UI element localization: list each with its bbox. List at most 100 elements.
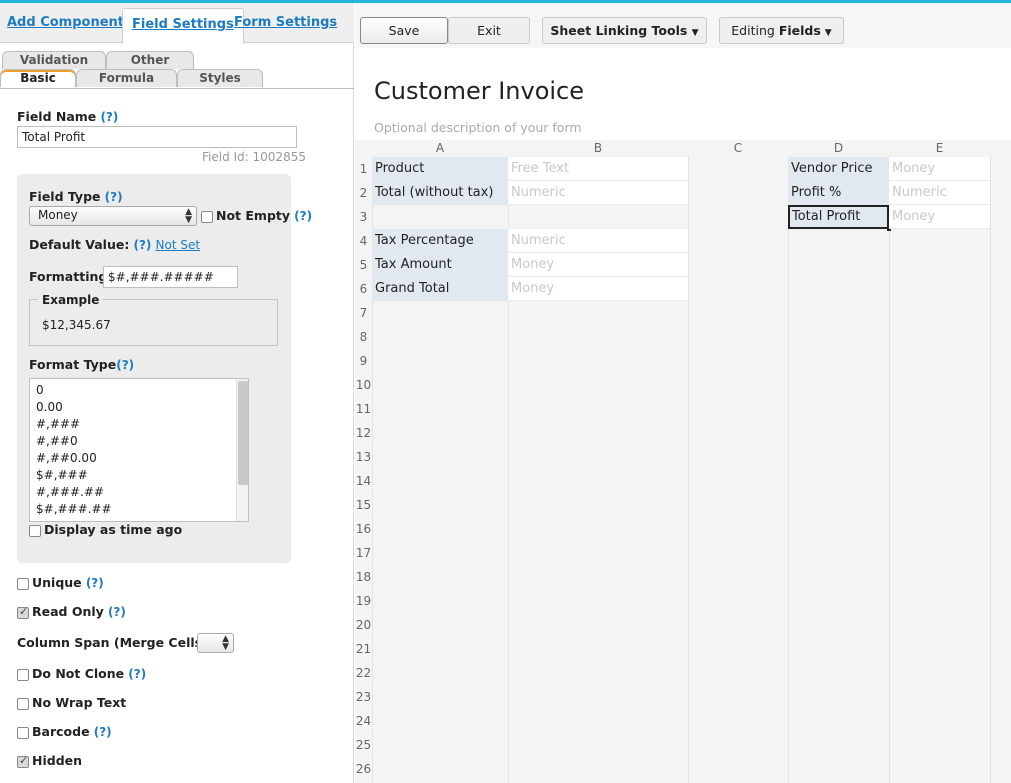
cell-b1-field[interactable]: Free Text — [508, 157, 688, 181]
sheet-linking-tools-button[interactable]: Sheet Linking Tools ▼ — [542, 17, 707, 44]
select-arrows-icon: ▲ ▼ — [222, 634, 229, 652]
format-option[interactable]: $#,###.## — [30, 501, 248, 518]
cell-e3-field[interactable]: Money — [889, 205, 990, 229]
row-number: 22 — [355, 666, 372, 680]
editing-fields-button[interactable]: Editing Fields ▼ — [719, 17, 844, 44]
column-header-d[interactable]: D — [788, 140, 889, 156]
subtab-basic[interactable]: Basic — [0, 69, 76, 87]
field-type-label-row: Field Type (?) — [29, 189, 123, 205]
format-option[interactable]: $#,### — [30, 467, 248, 484]
cell-b2-field[interactable]: Numeric — [508, 181, 688, 205]
do-not-clone-label: Do Not Clone — [32, 666, 125, 681]
cell-b5-field[interactable]: Money — [508, 253, 688, 277]
cell-b6-field[interactable]: Money — [508, 277, 688, 301]
tab-form-settings[interactable]: Form Settings — [234, 15, 337, 30]
barcode-checkbox[interactable] — [17, 727, 29, 739]
exit-button[interactable]: Exit — [448, 17, 530, 44]
left-panel-tabs: Add Components Field Settings Form Setti… — [0, 3, 354, 44]
unique-checkbox[interactable] — [17, 578, 29, 590]
subtab-styles[interactable]: Styles — [177, 69, 263, 87]
tab-add-components[interactable]: Add Components — [7, 15, 132, 30]
row-number: 5 — [359, 258, 368, 272]
cell-a6-label[interactable]: Grand Total — [372, 277, 508, 301]
read-only-checkbox[interactable] — [17, 605, 29, 619]
do-not-clone-checkbox[interactable] — [17, 669, 29, 681]
format-type-label-row: Format Type(?) — [29, 357, 134, 373]
hidden-label: Hidden — [32, 753, 83, 768]
cell-a5-label[interactable]: Tax Amount — [372, 253, 508, 277]
row-number: 25 — [355, 738, 372, 752]
column-header-e[interactable]: E — [889, 140, 990, 156]
not-empty-help[interactable]: (?) — [294, 209, 312, 223]
format-option[interactable]: 0.00 — [30, 399, 248, 416]
caret-down-icon: ▼ — [824, 28, 832, 38]
save-button[interactable]: Save — [360, 17, 448, 44]
cell-a4-label[interactable]: Tax Percentage — [372, 229, 508, 253]
row-number: 21 — [355, 642, 372, 656]
format-option[interactable]: #,### — [30, 416, 248, 433]
field-type-select[interactable]: Money ▲ ▼ — [29, 206, 197, 226]
field-name-input[interactable]: Total Profit — [17, 126, 297, 148]
not-empty-checkbox[interactable] — [201, 211, 213, 223]
formatting-input[interactable]: $#,###.##### — [103, 266, 238, 288]
row-number: 9 — [359, 354, 368, 368]
grid-line — [990, 156, 991, 783]
do-not-clone-help[interactable]: (?) — [128, 667, 146, 681]
cell-d3-selected[interactable]: Total Profit — [788, 205, 889, 229]
format-option[interactable]: #,###.## — [30, 484, 248, 501]
format-type-list[interactable]: 0 0.00 #,### #,##0 #,##0.00 $#,### #,###… — [29, 378, 249, 522]
format-list-scrollbar[interactable] — [236, 379, 248, 521]
format-option[interactable]: 0 — [30, 382, 248, 399]
default-value-row: Default Value: (?) Not Set — [29, 237, 200, 253]
default-value-help[interactable]: (?) — [133, 238, 151, 252]
field-id: Field Id: 1002855 — [202, 150, 306, 164]
row-number: 20 — [355, 618, 372, 632]
row-number: 7 — [359, 306, 368, 320]
format-type-help[interactable]: (?) — [116, 358, 134, 372]
cell-a2-label[interactable]: Total (without tax) — [372, 181, 508, 205]
formatting-label: Formatting: — [29, 269, 113, 284]
cell-a1-label[interactable]: Product — [372, 157, 508, 181]
default-value-link[interactable]: Not Set — [156, 238, 201, 252]
format-option[interactable]: #,##0 — [30, 433, 248, 450]
subtab-formula[interactable]: Formula — [76, 69, 177, 87]
subtab-other[interactable]: Other — [106, 51, 194, 69]
cell-b4-field[interactable]: Numeric — [508, 229, 688, 253]
format-type-label: Format Type — [29, 357, 117, 372]
read-only-help[interactable]: (?) — [108, 605, 126, 619]
format-option[interactable]: #,##0.00 — [30, 450, 248, 467]
column-span-select[interactable]: ▲ ▼ — [197, 633, 234, 653]
subtab-validation[interactable]: Validation — [2, 51, 106, 69]
cell-d2-label[interactable]: Profit % — [788, 181, 889, 205]
form-description[interactable]: Optional description of your form — [374, 120, 582, 135]
row-number: 26 — [355, 762, 372, 776]
barcode-help[interactable]: (?) — [94, 725, 112, 739]
form-title[interactable]: Customer Invoice — [374, 77, 584, 105]
example-value: $12,345.67 — [42, 318, 111, 332]
cell-d1-label[interactable]: Vendor Price — [788, 157, 889, 181]
form-canvas: Customer Invoice Optional description of… — [355, 48, 1011, 783]
row-number: 11 — [355, 402, 372, 416]
unique-help[interactable]: (?) — [86, 576, 104, 590]
row-number: 15 — [355, 498, 372, 512]
cell-e1-field[interactable]: Money — [889, 157, 990, 181]
format-list-scroll-thumb[interactable] — [238, 381, 248, 485]
grid-line — [889, 156, 890, 783]
column-header-a[interactable]: A — [372, 140, 508, 156]
display-time-ago-checkbox[interactable] — [29, 525, 41, 537]
default-value-label: Default Value: — [29, 237, 130, 252]
field-name-help[interactable]: (?) — [100, 110, 118, 124]
row-number: 24 — [355, 714, 372, 728]
cell-e2-field[interactable]: Numeric — [889, 181, 990, 205]
field-type-help[interactable]: (?) — [105, 190, 123, 204]
row-number: 3 — [359, 210, 368, 224]
field-settings-subtabs: Validation Other Basic Formula Styles — [0, 46, 354, 90]
column-header-c[interactable]: C — [688, 140, 788, 156]
caret-down-icon: ▼ — [691, 28, 699, 38]
no-wrap-checkbox[interactable] — [17, 698, 29, 710]
display-time-ago-label: Display as time ago — [44, 522, 183, 537]
hidden-checkbox[interactable] — [17, 754, 29, 768]
column-span-label: Column Span (Merge Cells) — [17, 635, 208, 650]
tab-field-settings[interactable]: Field Settings — [122, 8, 244, 44]
column-header-b[interactable]: B — [508, 140, 688, 156]
